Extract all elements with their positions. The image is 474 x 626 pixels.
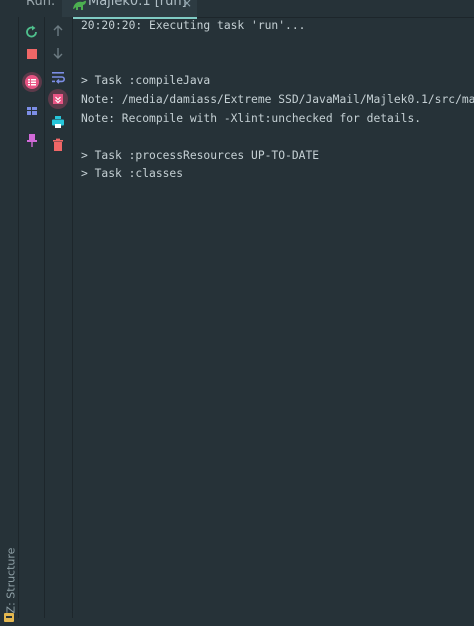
console-line: > Task :processResources UP-TO-DATE <box>81 149 320 162</box>
pin-icon[interactable] <box>22 130 42 150</box>
stop-icon[interactable] <box>22 44 42 64</box>
left-tool-stripe: Z: Structure <box>0 17 19 622</box>
structure-tool-button[interactable]: Z: Structure <box>5 536 18 626</box>
list-icon[interactable] <box>22 72 42 92</box>
print-icon[interactable] <box>48 112 68 132</box>
trash-icon[interactable] <box>48 135 68 155</box>
arrow-down-icon[interactable] <box>48 43 68 63</box>
soft-wrap-icon[interactable] <box>48 67 68 87</box>
console-line: Note: /media/damiass/Extreme SSD/JavaMai… <box>81 93 474 106</box>
scroll-to-end-icon[interactable] <box>48 89 68 109</box>
arrow-up-icon[interactable] <box>48 21 68 41</box>
run-label: Run: <box>26 0 56 9</box>
gradle-icon <box>71 0 87 13</box>
layout-icon[interactable] <box>22 101 42 121</box>
run-toolbar-secondary <box>45 17 73 618</box>
tab-title: Majlek0.1 [run] <box>88 0 187 9</box>
console-line: 20:20:20: Executing task 'run'... <box>81 19 306 32</box>
console-line: > Task :classes <box>81 167 184 180</box>
rerun-icon[interactable] <box>22 22 42 42</box>
console-output[interactable]: 20:20:20: Executing task 'run'... > Task… <box>73 17 474 618</box>
run-toolbar-primary <box>19 17 45 618</box>
close-icon[interactable]: × <box>182 0 192 10</box>
console-line: > Task :compileJava <box>81 74 211 87</box>
run-tool-window-header: Run: Majlek0.1 [run] × <box>0 0 474 19</box>
console-line: Note: Recompile with -Xlint:unchecked fo… <box>81 112 422 125</box>
